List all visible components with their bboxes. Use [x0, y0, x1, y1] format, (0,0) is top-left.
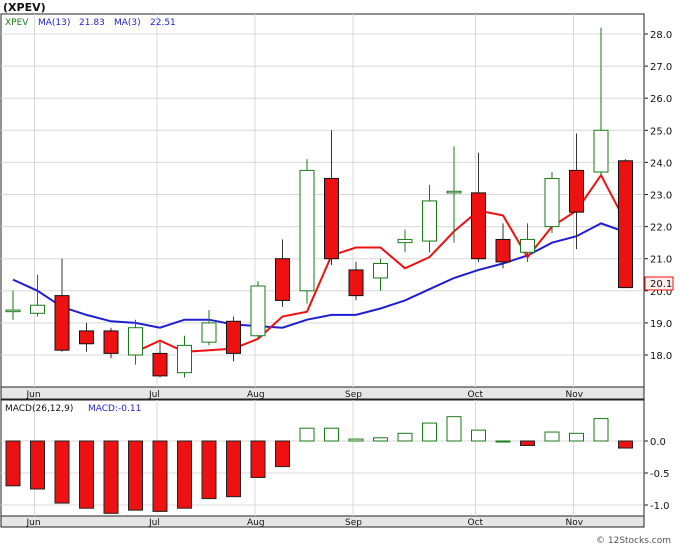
macd-x-tick-label: Jul: [148, 518, 160, 528]
legend-ma3-value: 22.51: [150, 18, 176, 28]
macd-bar-positive: [348, 438, 364, 442]
macd-y-tick-label: -1.0: [650, 501, 670, 512]
macd-panel-frame: [0, 399, 645, 517]
price-date-axis-strip: [0, 386, 645, 400]
macd-bar-positive: [471, 429, 486, 442]
macd-title: MACD(26,12,9): [5, 404, 73, 414]
macd-bar-negative: [275, 440, 290, 468]
macd-x-tick-label: Jun: [26, 518, 41, 528]
candle-down: [103, 330, 119, 354]
macd-bar-negative: [250, 440, 266, 478]
macd-x-tick-label: Oct: [468, 518, 484, 528]
macd-y-tick-label: 0.0: [650, 437, 666, 448]
y-tick-label: 21.0: [650, 255, 672, 266]
candle-down: [569, 169, 584, 213]
y-tick-label: 19.0: [650, 319, 672, 330]
x-tick-label: Sep: [345, 390, 362, 400]
macd-x-tick-label: Nov: [566, 518, 584, 528]
candle-up: [250, 285, 266, 337]
macd-y-tick-label: -0.5: [650, 469, 670, 480]
candle-up: [5, 309, 21, 313]
macd-bar-negative: [152, 440, 168, 512]
candle-up: [544, 177, 560, 228]
y-tick-label: 24.0: [650, 158, 672, 169]
candle-down: [324, 177, 339, 260]
macd-bar-positive: [397, 432, 413, 442]
candle-down: [54, 295, 70, 351]
macd-bar-negative: [618, 440, 633, 449]
y-tick-label: 27.0: [650, 62, 672, 73]
candle-up: [397, 238, 413, 244]
x-tick-label: Jun: [26, 390, 41, 400]
macd-bar-positive: [324, 427, 339, 442]
legend-ma3-label: MA(3): [114, 18, 141, 28]
macd-bar-positive: [544, 431, 560, 442]
candle-down: [275, 258, 290, 301]
x-tick-label: Jul: [148, 390, 160, 400]
legend-ma13-label: MA(13): [38, 18, 70, 28]
candle-down: [495, 238, 511, 263]
candle-up: [593, 129, 609, 173]
macd-bar-negative: [226, 440, 241, 498]
candle-down: [348, 269, 364, 297]
candle-up: [373, 263, 388, 279]
macd-bar-positive: [299, 427, 315, 442]
y-tick-label: 25.0: [650, 126, 672, 137]
macd-bar-positive: [446, 416, 462, 442]
x-tick-label: Aug: [247, 390, 265, 400]
last-price-label: 20.1: [650, 279, 672, 290]
candle-down: [226, 320, 241, 354]
macd-bar-negative: [5, 440, 21, 487]
candle-up: [30, 304, 45, 314]
macd-date-axis-strip: [0, 515, 645, 528]
candle-down: [152, 352, 168, 377]
candle-down: [79, 330, 94, 345]
legend-symbol: XPEV: [5, 18, 29, 28]
candle-up: [177, 344, 192, 374]
macd-value-label: MACD:-0.11: [88, 404, 141, 414]
candle-down: [471, 192, 486, 260]
y-tick-label: 22.0: [650, 223, 672, 234]
candle-up: [422, 200, 437, 242]
macd-bar-negative: [79, 440, 94, 509]
macd-bar-positive: [495, 440, 511, 443]
macd-bar-negative: [201, 440, 217, 500]
candle-up: [520, 238, 535, 253]
x-tick-label: Oct: [468, 390, 484, 400]
y-tick-label: 23.0: [650, 191, 672, 202]
macd-bar-positive: [422, 422, 437, 442]
chart-title: (XPEV): [3, 1, 46, 14]
watermark: © 12Stocks.com: [596, 536, 671, 546]
macd-bar-positive: [569, 432, 584, 442]
candle-up: [201, 322, 217, 343]
x-tick-label: Nov: [566, 390, 584, 400]
candle-up: [128, 327, 143, 356]
macd-bar-negative: [520, 440, 535, 446]
macd-x-tick-label: Aug: [247, 518, 265, 528]
macd-bar-negative: [128, 440, 143, 511]
candle-down: [618, 160, 633, 289]
macd-bar-negative: [103, 440, 119, 514]
macd-bar-positive: [593, 418, 609, 442]
y-tick-label: 28.0: [650, 30, 672, 41]
candle-up: [299, 169, 315, 292]
y-tick-label: 26.0: [650, 94, 672, 105]
stock-chart: Jun Jun Jul Jul Aug Aug Sep Sep Oct Oct Nov Nov 18.0…: [0, 1, 674, 546]
legend-ma13-value: 21.83: [79, 18, 105, 28]
macd-bar-positive: [373, 437, 388, 442]
y-tick-label: 18.0: [650, 351, 672, 362]
macd-bar-negative: [54, 440, 70, 504]
macd-bar-negative: [30, 440, 45, 490]
candle-up: [446, 190, 462, 194]
macd-x-tick-label: Sep: [345, 518, 362, 528]
macd-bar-negative: [177, 440, 192, 509]
